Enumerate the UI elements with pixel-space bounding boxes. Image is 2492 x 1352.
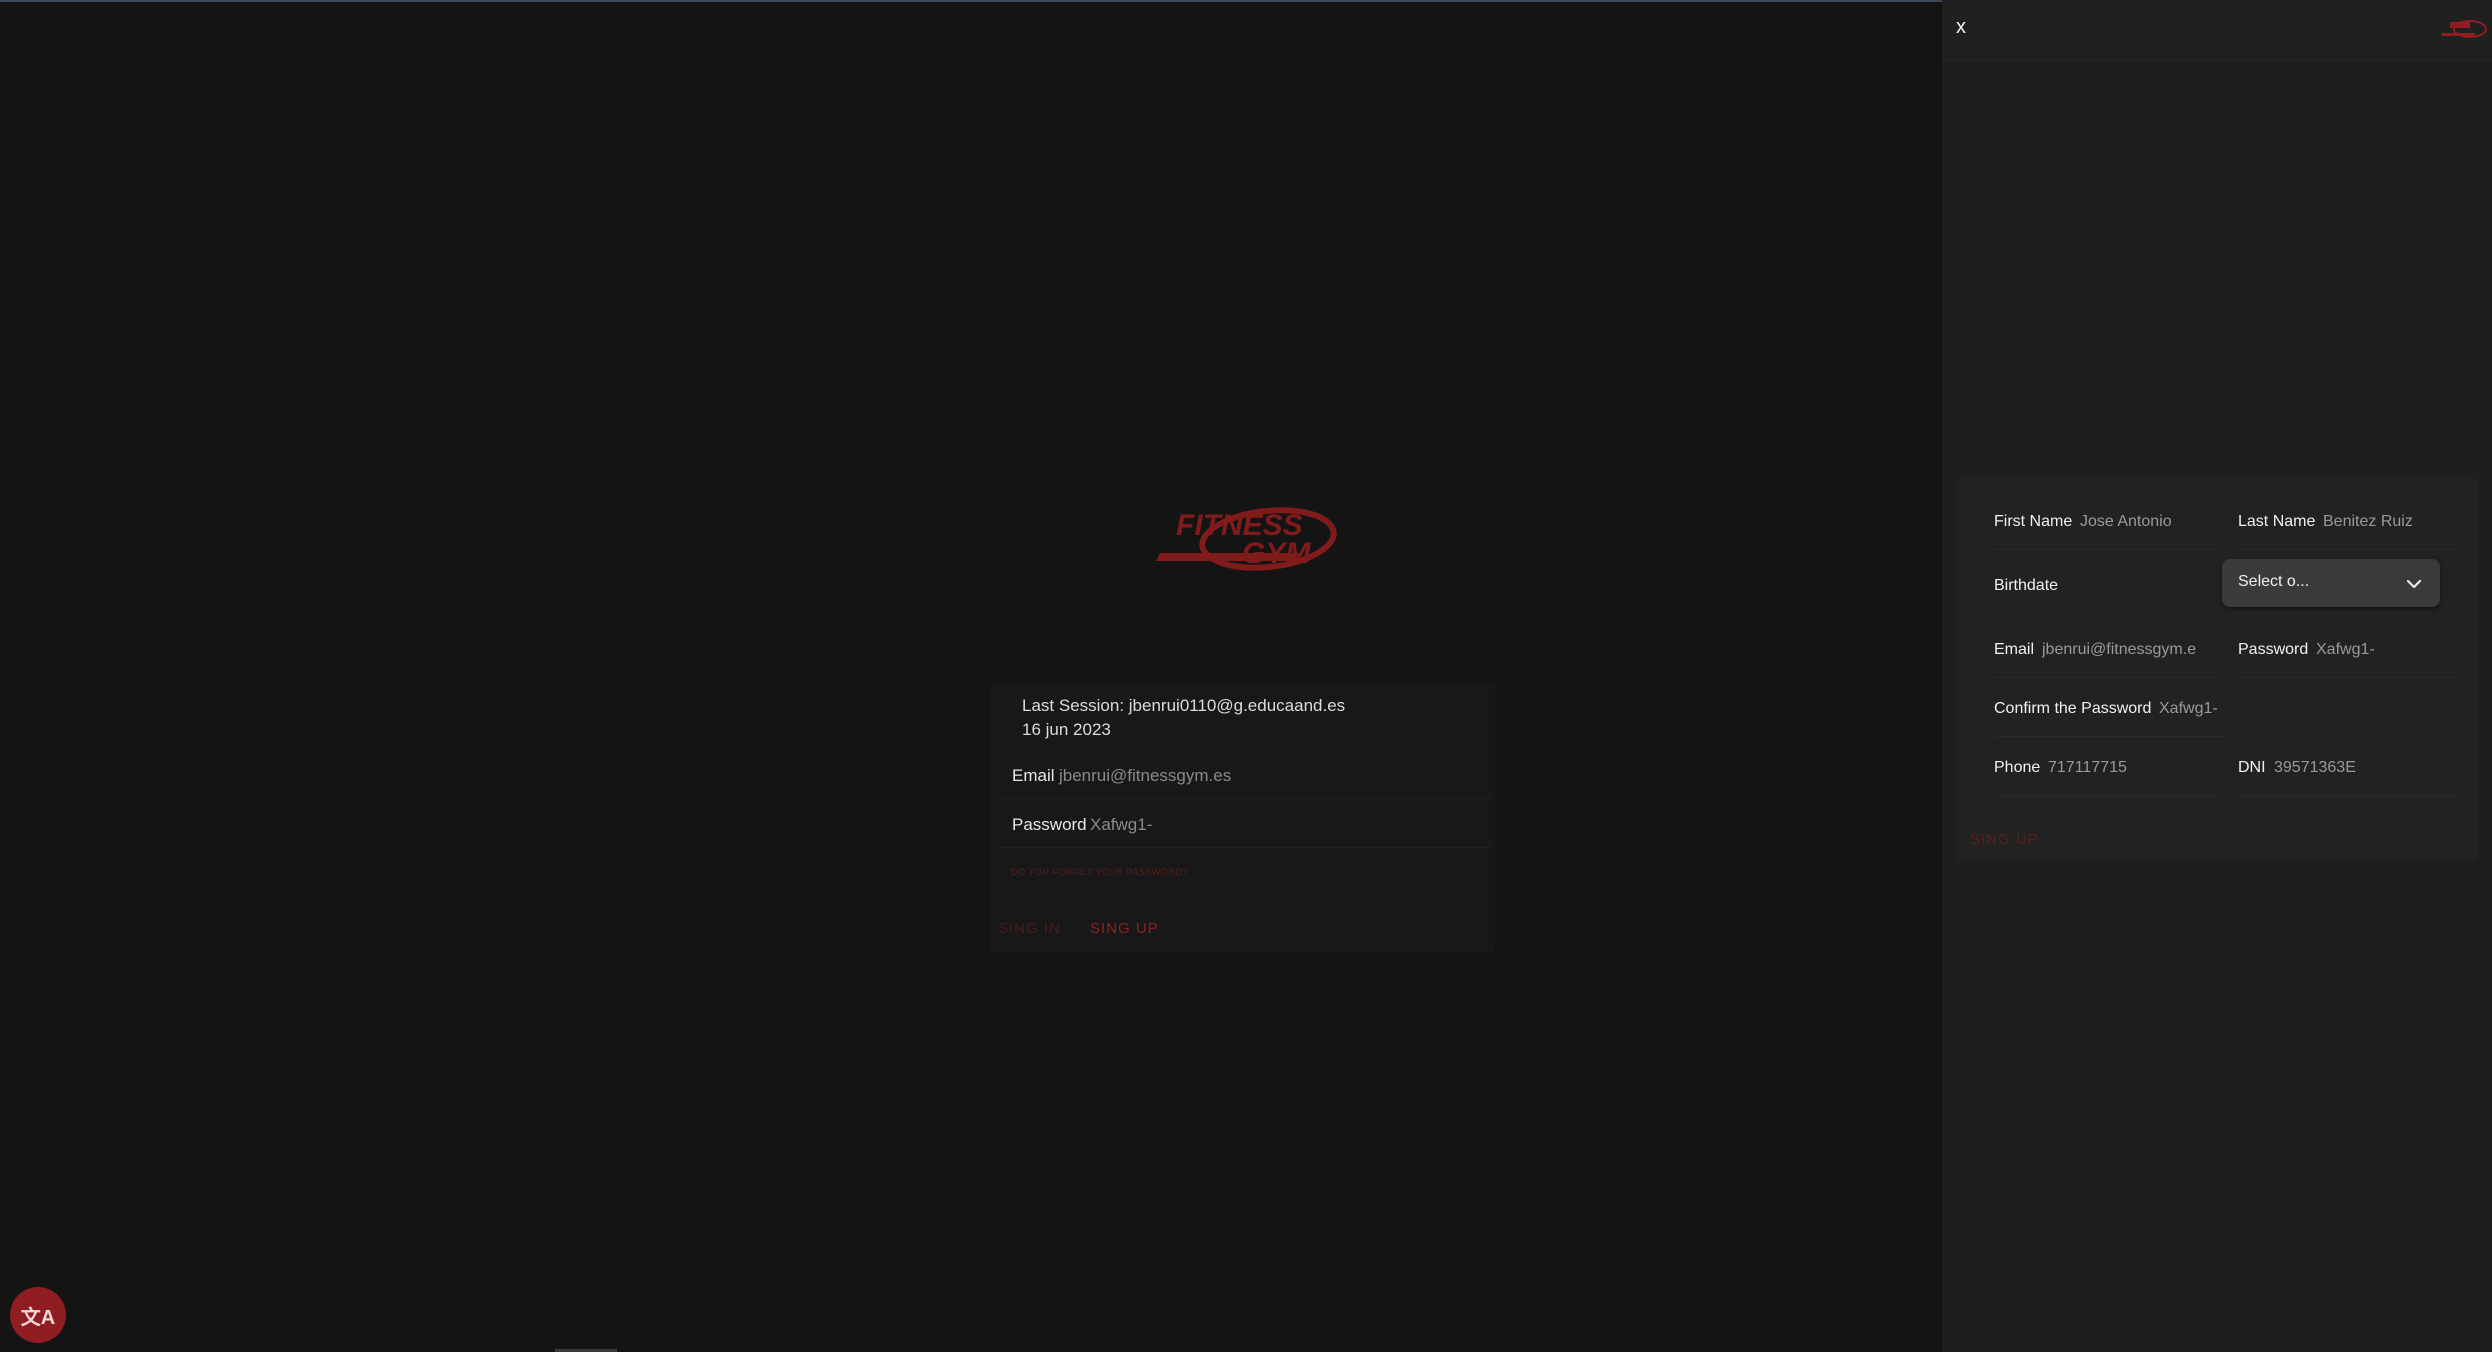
- login-password-input[interactable]: Xafwg1-: [1090, 815, 1152, 835]
- last-session-date: 16 jun 2023: [1022, 720, 1111, 739]
- last-session-info: Last Session: jbenrui0110@g.educaand.es …: [1022, 694, 1442, 742]
- first-name-field[interactable]: First Name Jose Antonio: [1994, 497, 2218, 550]
- svg-text:GYM: GYM: [1242, 537, 1311, 570]
- signup-email-field[interactable]: Email jbenrui@fitnessgym.e: [1994, 625, 2218, 678]
- first-name-input[interactable]: Jose Antonio: [2080, 513, 2218, 531]
- login-email-field[interactable]: Email jbenrui@fitnessgym.es: [1000, 754, 1490, 799]
- confirm-password-field[interactable]: Confirm the Password Xafwg1-: [1994, 684, 2224, 737]
- last-name-label: Last Name: [2238, 513, 2316, 530]
- translate-button[interactable]: 文A: [10, 1287, 66, 1343]
- phone-input[interactable]: 717117715: [2048, 759, 2218, 777]
- birthdate-select-value: Select o...: [2238, 573, 2310, 590]
- sign-up-button[interactable]: SING UP: [1090, 920, 1159, 937]
- dni-field[interactable]: DNI 39571363E: [2238, 743, 2456, 796]
- chevron-down-icon: [2406, 579, 2422, 589]
- translate-icon: 文A: [20, 1306, 56, 1329]
- first-name-label: First Name: [1994, 513, 2073, 530]
- phone-field[interactable]: Phone 717117715: [1994, 743, 2218, 796]
- login-password-field[interactable]: Password Xafwg1-: [1000, 803, 1490, 848]
- fitness-gym-logo: FITNESS GYM: [1156, 507, 1337, 571]
- birthdate-select[interactable]: Select o...: [2222, 559, 2440, 607]
- last-name-input[interactable]: Benitez Ruiz: [2323, 513, 2456, 531]
- signup-password-input[interactable]: Xafwg1-: [2316, 641, 2456, 659]
- signup-password-label: Password: [2238, 641, 2309, 658]
- drawer-sign-up-button[interactable]: SING UP: [1970, 831, 2039, 848]
- birthdate-field: Birthdate: [1994, 561, 2194, 613]
- login-email-label: Email: [1012, 766, 1055, 785]
- close-button[interactable]: x: [1956, 16, 1966, 39]
- drawer-header: x: [1942, 0, 2492, 61]
- sign-in-button[interactable]: SING IN: [998, 920, 1061, 937]
- confirm-password-label: Confirm the Password: [1994, 700, 2152, 717]
- birthdate-label: Birthdate: [1994, 577, 2059, 594]
- dni-label: DNI: [2238, 759, 2266, 776]
- confirm-password-input[interactable]: Xafwg1-: [2159, 700, 2224, 718]
- login-password-label: Password: [1012, 815, 1087, 834]
- forgot-password-link[interactable]: DO YOU FORGET YOUR PASSWORD?: [1011, 867, 1188, 877]
- signup-password-field[interactable]: Password Xafwg1-: [2238, 625, 2456, 678]
- signup-email-input[interactable]: jbenrui@fitnessgym.e: [2042, 641, 2218, 659]
- last-name-field[interactable]: Last Name Benitez Ruiz: [2238, 497, 2456, 550]
- dni-input[interactable]: 39571363E: [2274, 759, 2456, 777]
- phone-label: Phone: [1994, 759, 2041, 776]
- last-session-label: Last Session: jbenrui0110@g.educaand.es: [1022, 696, 1346, 715]
- fitness-gym-logo-small: [2441, 20, 2487, 38]
- login-email-input[interactable]: jbenrui@fitnessgym.es: [1059, 766, 1231, 786]
- signup-email-label: Email: [1994, 641, 2035, 658]
